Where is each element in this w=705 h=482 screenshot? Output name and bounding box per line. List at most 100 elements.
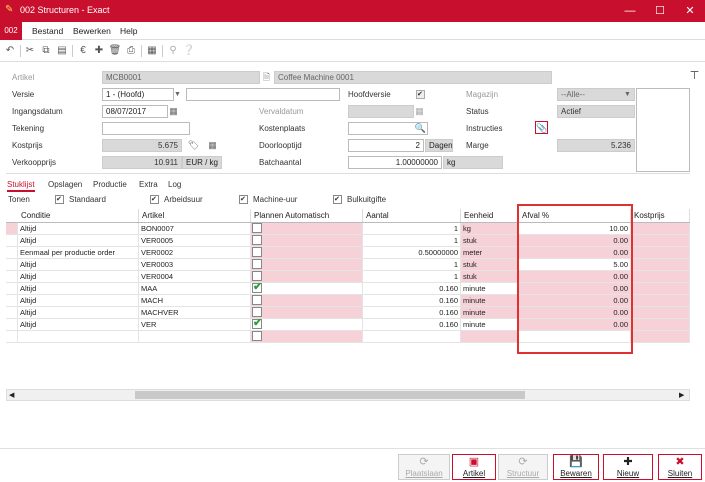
cell-aantal[interactable]: 1 [363, 235, 461, 247]
arbeidsuur-checkbox[interactable] [150, 195, 159, 204]
row-marker[interactable] [6, 331, 18, 343]
cell-aantal[interactable]: 0.160 [363, 307, 461, 319]
delete-icon[interactable]: 🗑 [108, 44, 122, 58]
cell-eenheid[interactable]: stuk [461, 271, 519, 283]
tab-productie[interactable]: Productie [93, 180, 127, 189]
chevron-down-icon[interactable]: ▼ [621, 88, 634, 101]
cell-eenheid[interactable]: minute [461, 307, 519, 319]
row-marker[interactable] [6, 307, 18, 319]
help-icon[interactable]: ❔ [182, 44, 196, 58]
tab-log[interactable]: Log [168, 180, 181, 189]
bewaren-button[interactable]: 💾 Bewaren [553, 454, 599, 480]
cell-kostprijs[interactable] [631, 283, 690, 295]
row-marker[interactable] [6, 259, 18, 271]
cell-plannen[interactable] [251, 319, 363, 331]
magazijn-list[interactable] [636, 88, 690, 172]
cell-aantal[interactable]: 1 [363, 271, 461, 283]
tag-icon[interactable]: 🏷 [187, 139, 200, 152]
cell-conditie[interactable] [18, 331, 139, 343]
plannen-checkbox[interactable] [252, 331, 262, 341]
sluiten-button[interactable]: ✖ Sluiten [658, 454, 702, 480]
plannen-checkbox[interactable] [252, 307, 262, 317]
minimize-button[interactable]: — [615, 0, 645, 22]
col-aantal-header[interactable]: Aantal [363, 209, 461, 222]
scroll-right-icon[interactable]: ▶ [679, 391, 684, 399]
cell-kostprijs[interactable] [631, 247, 690, 259]
machine-uur-checkbox[interactable] [239, 195, 248, 204]
cell-plannen[interactable] [251, 283, 363, 295]
euro-icon[interactable]: € [76, 44, 90, 58]
attachment-icon[interactable]: 📎 [535, 121, 548, 134]
cell-eenheid[interactable]: meter [461, 247, 519, 259]
cell-aantal[interactable]: 1 [363, 223, 461, 235]
cell-aantal[interactable]: 0.160 [363, 283, 461, 295]
col-eenheid-header[interactable]: Eenheid [461, 209, 519, 222]
ingangsdatum-field[interactable]: 08/07/2017 [102, 105, 168, 118]
cell-artikel[interactable]: VER0002 [139, 247, 251, 259]
cell-conditie[interactable]: Altijd [18, 319, 139, 331]
close-window-button[interactable]: ✕ [675, 0, 705, 22]
print-icon[interactable]: ⎙ [124, 44, 138, 58]
cell-kostprijs[interactable] [631, 223, 690, 235]
cell-conditie[interactable]: Altijd [18, 223, 139, 235]
cell-conditie[interactable]: Altijd [18, 271, 139, 283]
cell-artikel[interactable]: MAA [139, 283, 251, 295]
horizontal-scrollbar[interactable]: ◀ ▶ [6, 389, 690, 401]
artikel-code-field[interactable]: MCB0001 [102, 71, 260, 84]
bulkuitgifte-checkbox[interactable] [333, 195, 342, 204]
plaatslaan-button[interactable]: ⟳ Plaatslaan [398, 454, 450, 480]
cell-plannen[interactable] [251, 331, 363, 343]
cell-plannen[interactable] [251, 259, 363, 271]
plannen-checkbox[interactable] [252, 295, 262, 305]
cell-conditie[interactable]: Altijd [18, 235, 139, 247]
cell-kostprijs[interactable] [631, 331, 690, 343]
cell-eenheid[interactable]: kg [461, 223, 519, 235]
hoofdversie-checkbox[interactable] [416, 90, 425, 99]
cell-plannen[interactable] [251, 223, 363, 235]
calculator-icon[interactable]: ▦ [206, 139, 219, 152]
col-kostprijs-header[interactable]: Kostprijs [631, 209, 690, 222]
menu-help[interactable]: Help [120, 26, 137, 36]
cell-artikel[interactable] [139, 331, 251, 343]
cell-conditie[interactable]: Altijd [18, 295, 139, 307]
cell-kostprijs[interactable] [631, 295, 690, 307]
plannen-checkbox[interactable] [252, 283, 262, 293]
undo-icon[interactable]: ↶ [3, 44, 17, 58]
cell-plannen[interactable] [251, 295, 363, 307]
plannen-checkbox[interactable] [252, 235, 262, 245]
vervaldatum-field[interactable] [348, 105, 414, 118]
tekening-field[interactable] [102, 122, 190, 135]
paste-icon[interactable]: ▤ [55, 44, 69, 58]
plannen-checkbox[interactable] [252, 223, 262, 233]
cell-artikel[interactable]: VER0003 [139, 259, 251, 271]
cell-plannen[interactable] [251, 247, 363, 259]
plannen-checkbox[interactable] [252, 319, 262, 329]
cell-artikel[interactable]: VER0005 [139, 235, 251, 247]
maximize-button[interactable]: ☐ [645, 0, 675, 22]
cell-artikel[interactable]: VER [139, 319, 251, 331]
cell-kostprijs[interactable] [631, 259, 690, 271]
artikel-button[interactable]: ▣ Artikel [452, 454, 496, 480]
cell-artikel[interactable]: VER0004 [139, 271, 251, 283]
versie-select[interactable]: 1 - (Hoofd) [102, 88, 174, 101]
row-marker[interactable] [6, 283, 18, 295]
doorlooptijd-unit[interactable]: Dagen [425, 139, 453, 152]
cell-kostprijs[interactable] [631, 271, 690, 283]
scroll-thumb[interactable] [135, 391, 525, 399]
row-marker[interactable] [6, 319, 18, 331]
batchaantal-field[interactable]: 1.00000000 [348, 156, 442, 169]
cell-conditie[interactable]: Eenmaal per productie order [18, 247, 139, 259]
zoom-icon[interactable]: ⚲ [166, 44, 180, 58]
chevron-down-icon[interactable]: ▼ [171, 88, 184, 101]
cell-kostprijs[interactable] [631, 235, 690, 247]
cell-aantal[interactable]: 0.50000000 [363, 247, 461, 259]
cell-eenheid[interactable]: stuk [461, 259, 519, 271]
cell-eenheid[interactable] [461, 331, 519, 343]
cell-aantal[interactable]: 1 [363, 259, 461, 271]
cell-conditie[interactable]: Altijd [18, 283, 139, 295]
row-marker[interactable] [6, 247, 18, 259]
calendar-icon[interactable]: ▦ [413, 105, 426, 118]
structuur-button[interactable]: ⟳ Structuur [498, 454, 548, 480]
cell-plannen[interactable] [251, 235, 363, 247]
plannen-checkbox[interactable] [252, 271, 262, 281]
